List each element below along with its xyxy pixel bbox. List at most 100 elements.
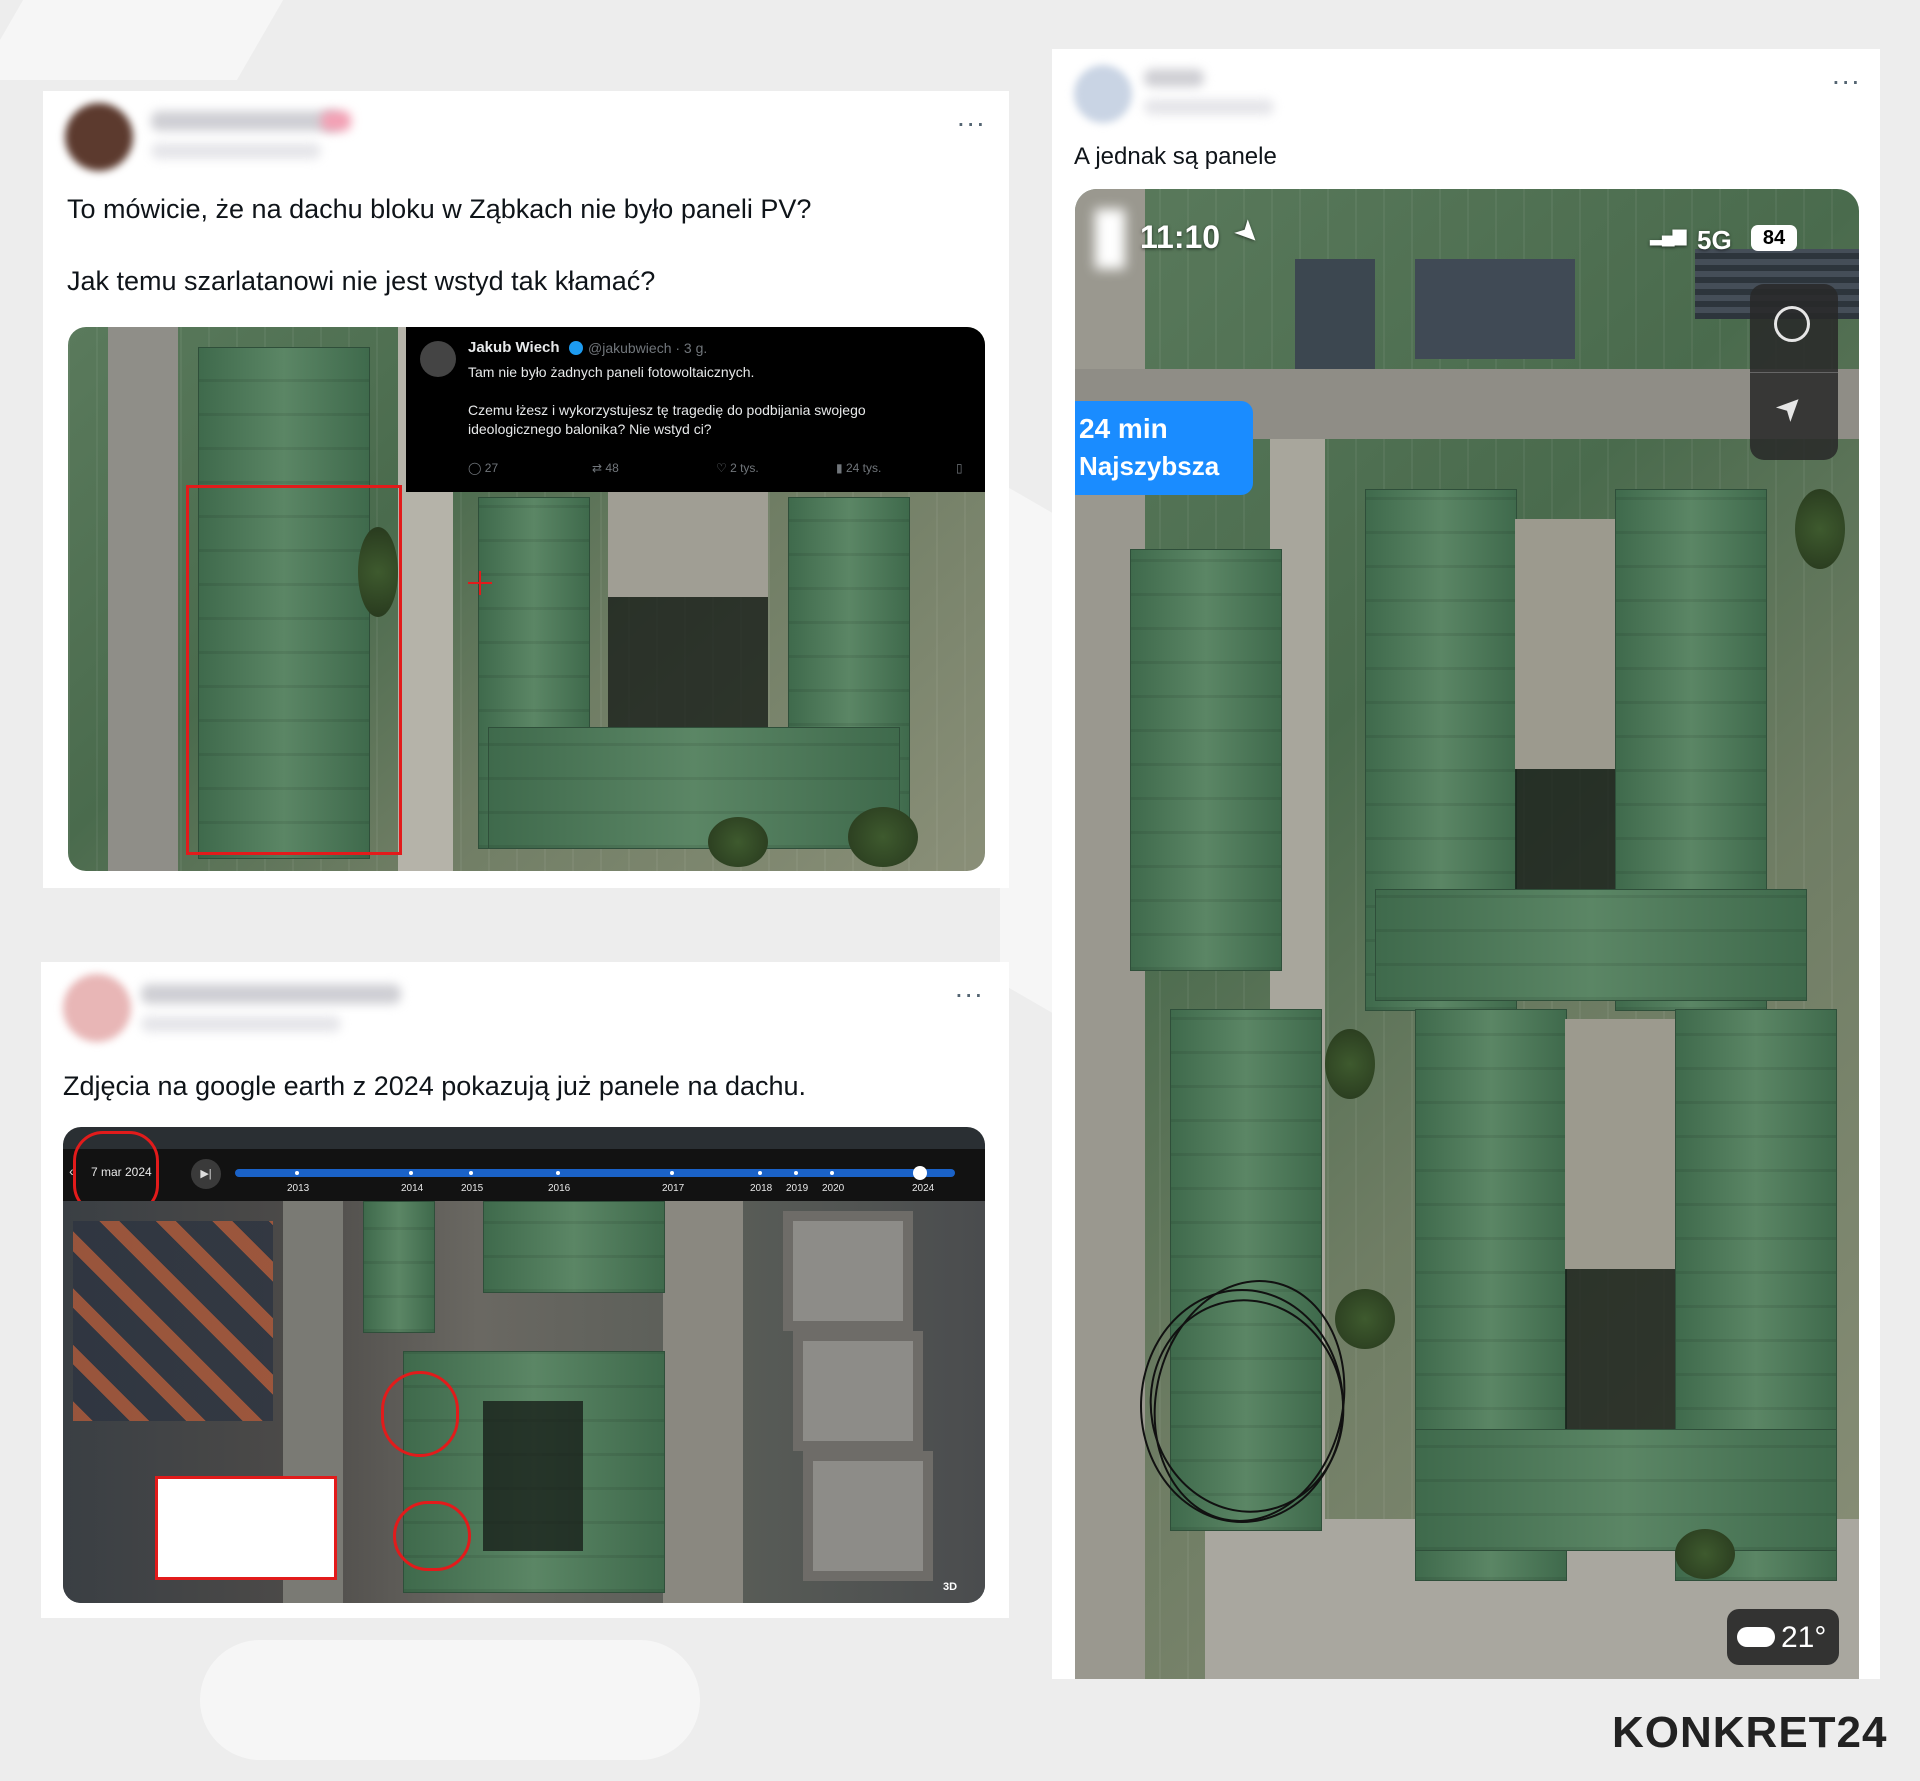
background-shape (1000, 482, 1060, 1018)
building-roof (1415, 1429, 1837, 1551)
building (1415, 259, 1575, 359)
embed-text: Tam nie było żadnych paneli fotowoltaicz… (468, 364, 866, 437)
bookmark-icon: ▯ (956, 461, 963, 475)
timeline-marker (409, 1171, 413, 1175)
apartment-block (803, 1451, 933, 1581)
courtyard (608, 487, 768, 597)
embedded-tweet: Jakub Wiech @jakubwiech · 3 g. Tam nie b… (406, 327, 985, 492)
network-label: 5G (1697, 225, 1732, 255)
timeline-handle[interactable] (913, 1166, 927, 1180)
route-label: Najszybsza (1079, 451, 1220, 481)
verified-badge-blurred (321, 111, 351, 131)
battery-icon: 84 (1751, 225, 1797, 251)
year-tick: 2024 (912, 1183, 935, 1194)
highlight-box (186, 485, 402, 855)
tree (1335, 1289, 1395, 1349)
embed-avatar (420, 341, 456, 377)
avatar (63, 974, 131, 1042)
timeline-track[interactable] (235, 1169, 955, 1177)
timeline-marker (670, 1171, 674, 1175)
building-roof (483, 1201, 665, 1293)
background-shape (0, 0, 284, 80)
skip-forward-button[interactable]: ▶| (191, 1159, 221, 1189)
timeline-marker (830, 1171, 834, 1175)
year-tick: 2017 (662, 1183, 685, 1194)
view-count: ▮ 24 tys. (836, 461, 881, 475)
house-roofs (73, 1221, 273, 1421)
panel-annotation-circle (393, 1501, 471, 1571)
like-count-value: 2 tys. (730, 461, 759, 475)
verified-icon (569, 341, 583, 355)
tweet-image[interactable]: 11:10 ➤ ▂▄▆ 5G 84 24 min Najszybsza ➤ 21… (1075, 189, 1859, 1679)
building-roof (363, 1201, 435, 1333)
views-icon: ▮ (836, 461, 846, 475)
author-name-blurred (151, 111, 341, 131)
tree (1325, 1029, 1375, 1099)
weather-badge: 21° (1727, 1609, 1839, 1665)
tweet-card-3: ... A jednak są panele 11:10 ➤ ▂▄▆ 5G 84… (1052, 49, 1880, 1679)
location-arrow-icon: ➤ (1227, 211, 1269, 254)
author-handle-blurred (1144, 99, 1274, 115)
like-count: ♡ 2 tys. (716, 461, 759, 475)
timeline-marker (556, 1171, 560, 1175)
background-shape (200, 1640, 700, 1760)
more-options-button[interactable]: ... (955, 974, 984, 1002)
reply-count: ◯ 27 (468, 461, 498, 475)
tweet-card-2: ... Zdjęcia na google earth z 2024 pokaz… (41, 962, 1009, 1618)
brand-logo: KONKRET24 (1612, 1708, 1888, 1757)
temperature: 21° (1781, 1621, 1827, 1654)
google-earth-timeline: ‹ 7 mar 2024 ▶| 2013 2014 2015 2016 2017… (63, 1149, 985, 1201)
apartment-block (793, 1331, 923, 1451)
heart-icon: ♡ (716, 461, 731, 475)
tree (708, 817, 768, 867)
year-tick: 2016 (548, 1183, 571, 1194)
timeline-marker (469, 1171, 473, 1175)
courtyard-shadow (1565, 1269, 1675, 1429)
avatar (1074, 65, 1132, 123)
cloud-icon (1737, 1627, 1775, 1647)
reply-count-value: 27 (484, 461, 499, 475)
building-roof (1375, 889, 1807, 1001)
tree (1795, 489, 1845, 569)
status-time: 11:10 (1140, 219, 1221, 255)
tweet-image[interactable]: ‹ 7 mar 2024 ▶| 2013 2014 2015 2016 2017… (63, 1127, 985, 1603)
author-handle-blurred (151, 143, 321, 159)
more-options-button[interactable]: ... (957, 103, 986, 131)
repost-count-value: 48 (605, 461, 619, 475)
tree (848, 807, 918, 867)
navigation-arrow-icon[interactable]: ➤ (1766, 384, 1812, 430)
courtyard (1565, 1019, 1675, 1269)
building (1295, 259, 1375, 369)
crosshair-icon (479, 571, 481, 595)
map-controls: ➤ (1750, 284, 1838, 460)
repost-count: ⇄ 48 (592, 461, 619, 475)
divider (1750, 372, 1838, 373)
view-3d-label[interactable]: 3D (943, 1581, 957, 1593)
tree (1675, 1529, 1735, 1579)
author-name-blurred (1144, 69, 1204, 87)
route-time: 24 min (1079, 413, 1168, 444)
globe-icon[interactable] (1774, 306, 1810, 342)
street (663, 1201, 743, 1603)
courtyard-shadow (608, 597, 768, 727)
year-tick: 2019 (786, 1183, 809, 1194)
signal-icon: ▂▄▆ (1650, 225, 1686, 245)
tweet-card-1: ... To mówicie, że na dachu bloku w Ząbk… (43, 91, 1009, 888)
status-bar-blur (1095, 209, 1125, 269)
author-name-blurred (141, 984, 401, 1004)
reply-icon: ◯ (468, 461, 485, 475)
view-count-value: 24 tys. (845, 461, 882, 475)
route-badge[interactable]: 24 min Najszybsza (1075, 401, 1253, 495)
courtyard (1515, 519, 1615, 769)
building-roof (488, 727, 900, 849)
author-handle-blurred (141, 1016, 341, 1032)
courtyard-shadow (483, 1401, 583, 1551)
apartment-block (783, 1211, 913, 1331)
street (108, 327, 178, 871)
year-tick: 2015 (461, 1183, 484, 1194)
tweet-text: Zdjęcia na google earth z 2024 pokazują … (63, 1071, 807, 1101)
tweet-image[interactable]: Jakub Wiech @jakubwiech · 3 g. Tam nie b… (68, 327, 985, 871)
embed-handle: @jakubwiech · 3 g. (588, 340, 708, 356)
avatar (65, 103, 133, 171)
more-options-button[interactable]: ... (1832, 61, 1861, 89)
